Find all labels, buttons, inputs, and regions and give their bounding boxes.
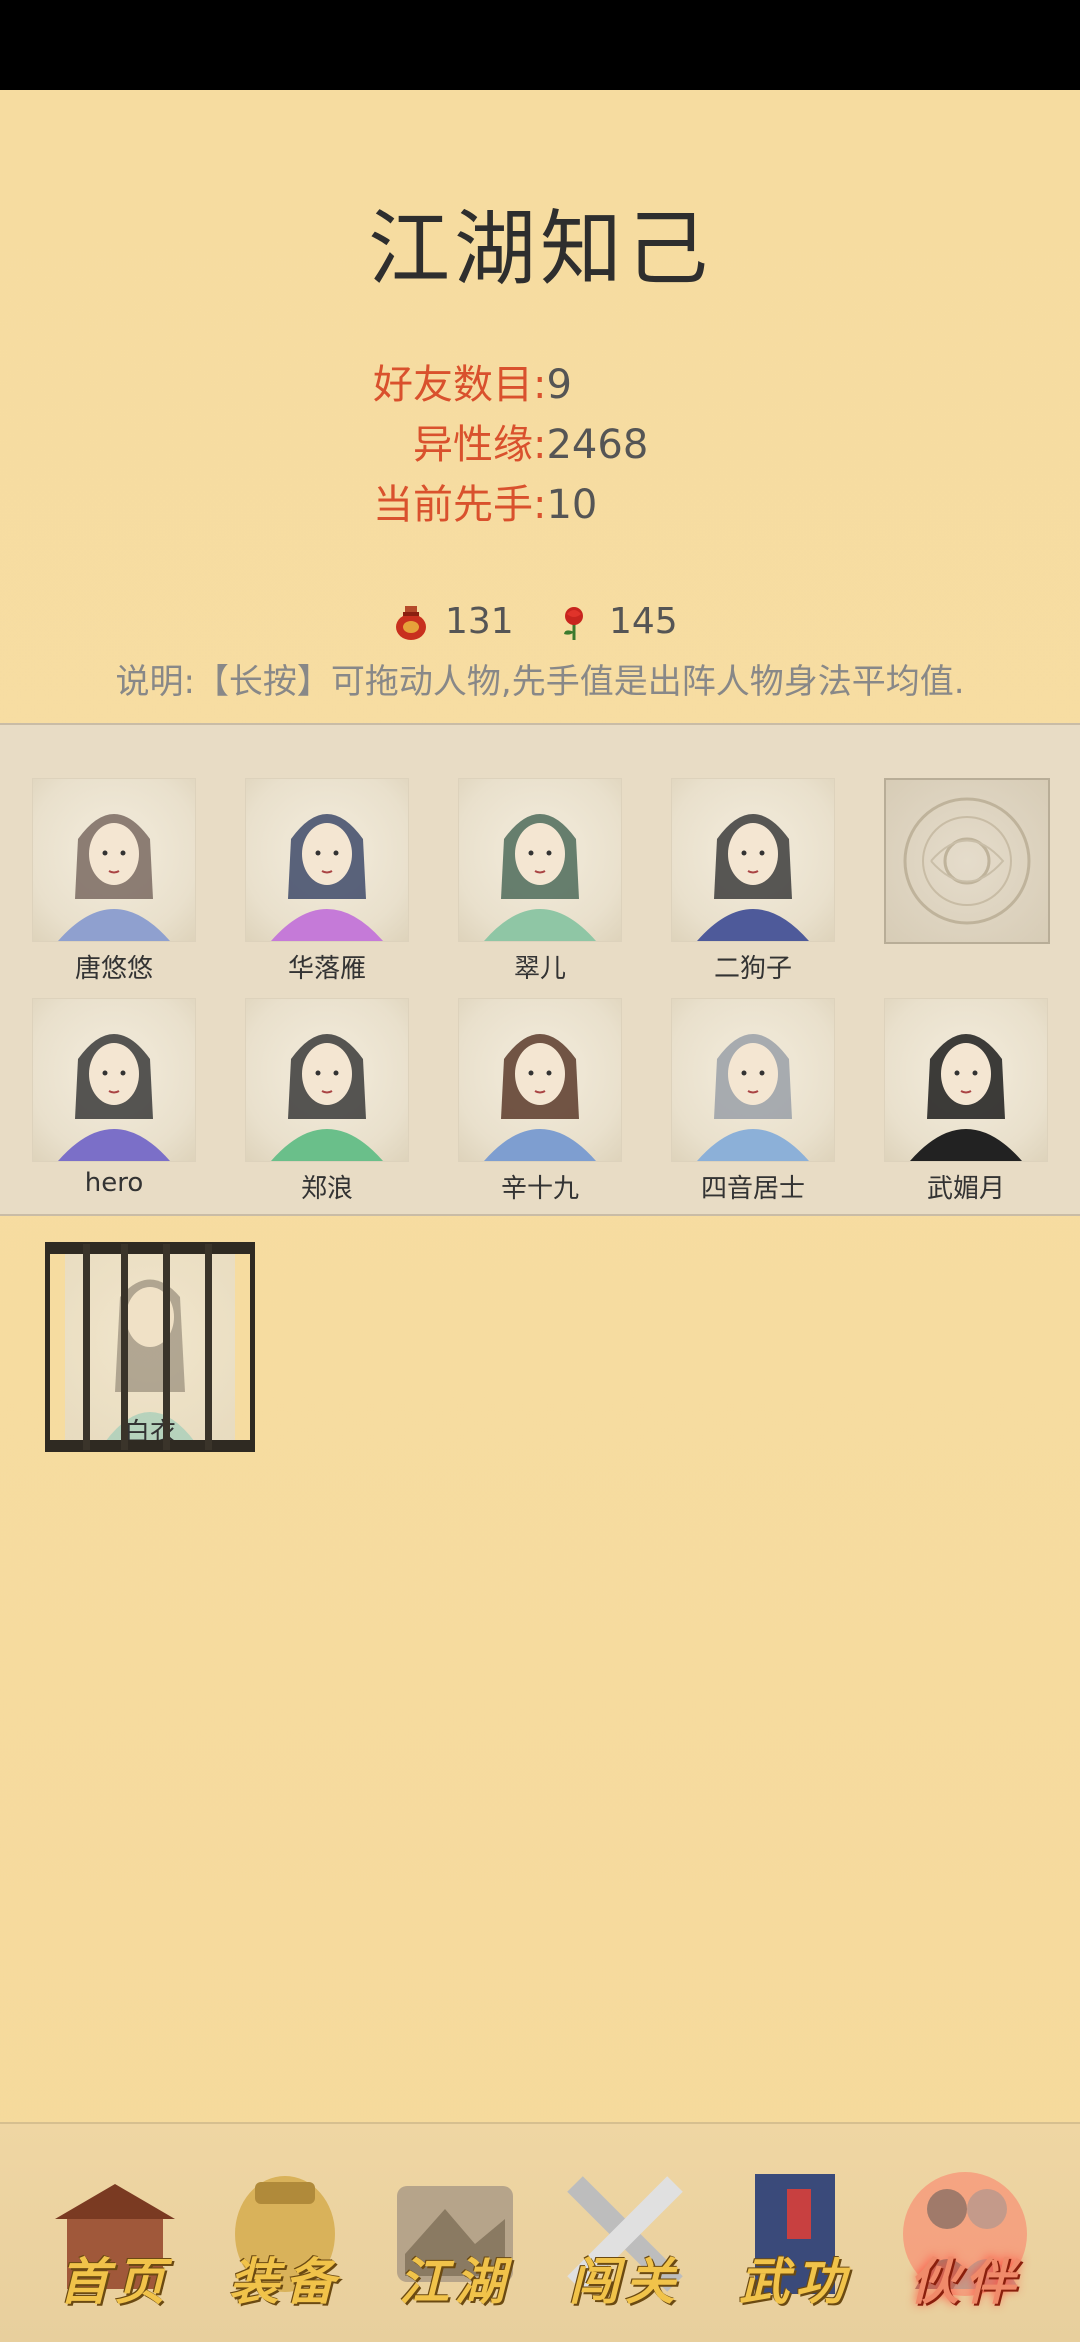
companion-card[interactable]: 唐悠悠	[32, 778, 196, 984]
status-bar	[0, 0, 1080, 90]
nav-item-armor[interactable]: 装备	[215, 2164, 355, 2314]
nav-item-house[interactable]: 首页	[45, 2164, 185, 2314]
companion-name: hero	[84, 1168, 144, 1198]
nav-item-map-scroll[interactable]: 江湖	[385, 2164, 525, 2314]
portrait-art	[697, 1034, 809, 1161]
stat-friend-count: 好友数目:9	[373, 355, 572, 415]
companion-portrait	[458, 778, 622, 942]
portrait-art	[271, 1034, 383, 1161]
companion-card[interactable]: 华落雁	[245, 778, 409, 984]
nav-item-companions[interactable]: 伙伴	[895, 2164, 1035, 2314]
stat-initiative: 当前先手:10	[373, 475, 597, 535]
jailed-companion[interactable]: 白衣	[45, 1242, 255, 1452]
rose-icon	[564, 607, 583, 640]
stat-label: 当前先手:	[373, 482, 547, 528]
companion-name: 二狗子	[713, 954, 792, 984]
companion-card[interactable]: 翠儿	[458, 778, 622, 984]
nav-label: 装备	[229, 2252, 341, 2311]
nav-label: 首页	[59, 2252, 171, 2311]
empty-slot-medallion	[884, 778, 1050, 944]
companion-name: 华落雁	[287, 954, 366, 984]
companion-portrait	[671, 778, 835, 942]
portrait-art	[271, 814, 383, 941]
stat-value: 9	[546, 362, 572, 408]
companion-portrait	[32, 998, 196, 1162]
portrait-art	[484, 1034, 596, 1161]
nav-label: 江湖	[399, 2252, 511, 2311]
instruction-note: 说明:【长按】可拖动人物,先手值是出阵人物身法平均值.	[115, 662, 965, 702]
stat-value: 2468	[546, 422, 649, 468]
companion-portrait	[671, 998, 835, 1162]
companion-card[interactable]: 武媚月	[884, 998, 1048, 1204]
companion-card[interactable]: 四音居士	[671, 998, 835, 1204]
companion-card[interactable]: 二狗子	[671, 778, 835, 984]
jail-bars-icon	[45, 1242, 255, 1452]
page-title: 江湖知己	[367, 202, 712, 297]
nav-item-martial-book[interactable]: 武功	[725, 2164, 865, 2314]
portrait-art	[58, 1034, 170, 1161]
nav-label: 伙伴	[909, 2252, 1021, 2311]
companion-portrait	[458, 998, 622, 1162]
nav-label: 闯关	[569, 2252, 681, 2311]
resource-value: 131	[445, 601, 514, 642]
empty-slot[interactable]	[884, 778, 1050, 983]
resource-bar: 131 145	[0, 592, 1080, 652]
companion-portrait	[884, 998, 1048, 1162]
medallion-icon	[903, 797, 1031, 925]
companion-card[interactable]: hero	[32, 998, 196, 1203]
stat-charm: 异性缘:2468	[413, 415, 648, 475]
nav-item-crossed-swords[interactable]: 闯关	[555, 2164, 695, 2314]
resource-value: 145	[609, 601, 678, 642]
stat-label: 好友数目:	[373, 362, 547, 408]
stat-label: 异性缘:	[413, 422, 547, 468]
companion-name: 四音居士	[700, 1174, 805, 1204]
portrait-art	[58, 814, 170, 941]
companion-name: 翠儿	[513, 954, 566, 984]
companion-name: 郑浪	[300, 1174, 353, 1204]
bottom-nav: 首页 装备 江湖 闯关 武功 伙伴	[0, 2122, 1080, 2342]
portrait-art	[697, 814, 809, 941]
nav-label: 武功	[739, 2252, 851, 2311]
portrait-art	[484, 814, 596, 941]
companion-portrait	[245, 778, 409, 942]
companion-portrait	[32, 778, 196, 942]
companion-portrait	[245, 998, 409, 1162]
wine-jar-icon	[396, 606, 426, 640]
roster-panel: 唐悠悠 华落雁 翠儿 二狗子 hero 郑浪 辛十九 四音居士 武媚月	[0, 723, 1080, 1216]
companion-card[interactable]: 郑浪	[245, 998, 409, 1204]
companion-name: 唐悠悠	[74, 954, 153, 984]
portrait-art	[910, 1034, 1022, 1161]
companion-name: 辛十九	[500, 1174, 579, 1204]
companion-name: 武媚月	[926, 1174, 1005, 1204]
stat-value: 10	[546, 482, 598, 528]
companion-card[interactable]: 辛十九	[458, 998, 622, 1204]
